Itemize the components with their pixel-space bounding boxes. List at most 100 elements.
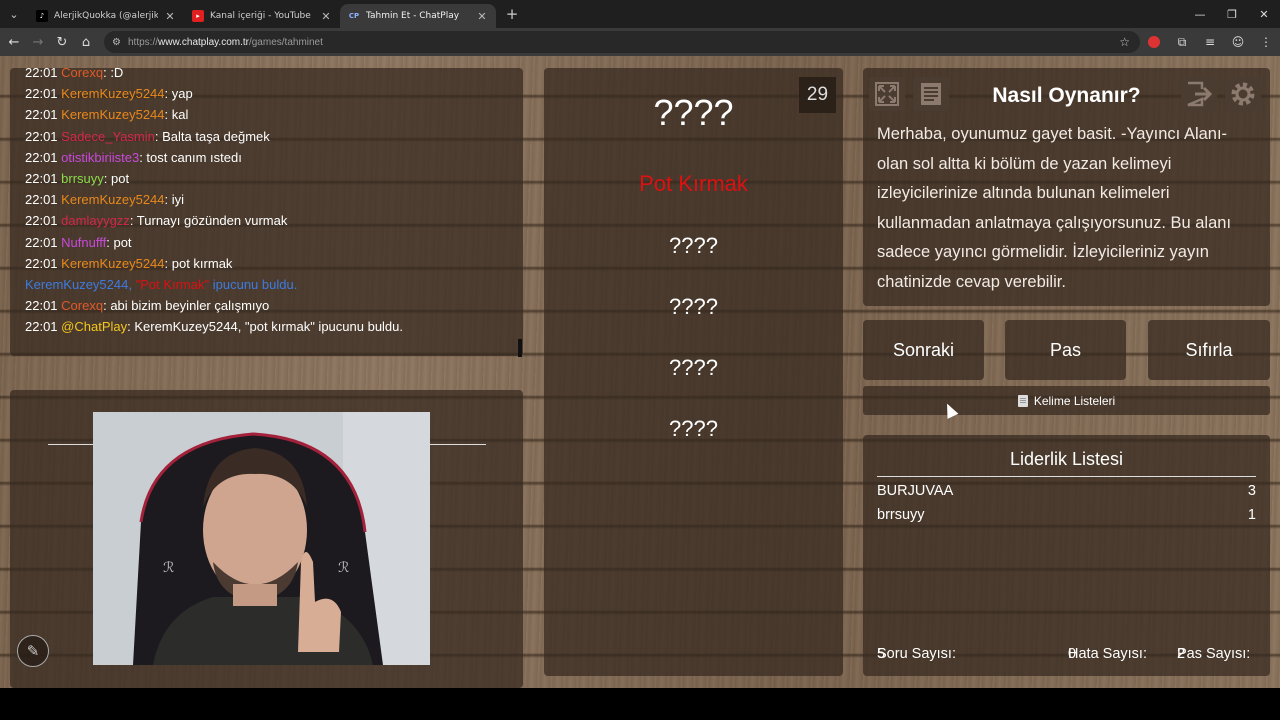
system-hint: "Pot Kırmak" <box>135 276 210 292</box>
chat-text: : iyi <box>164 192 185 208</box>
hidden-hint-word: ???? <box>669 294 718 319</box>
youtube-icon: ▸ <box>192 10 204 22</box>
webcam-person-image: ℛ ℛ <box>93 412 430 665</box>
home-icon[interactable]: ⌂ <box>74 28 98 56</box>
next-button[interactable]: Sonraki <box>863 320 984 380</box>
leaderboard-row: brrsuyy 1 <box>877 507 1256 529</box>
sign-out-icon <box>1187 81 1213 107</box>
close-tab-icon[interactable]: ✕ <box>320 10 332 23</box>
chat-time: 22:01 <box>25 298 58 314</box>
profile-avatar-icon[interactable]: ☺ <box>1224 35 1252 49</box>
rules-button[interactable] <box>913 77 949 111</box>
chat-message-list[interactable]: 22:01 Corexq: :D 22:01 KeremKuzey5244: ya… <box>25 68 515 337</box>
hidden-hint-word: ???? <box>669 233 718 258</box>
chat-text: : KeremKuzey5244, "pot kırmak" ipucunu b… <box>127 319 404 335</box>
chat-username[interactable]: KeremKuzey5244 <box>61 107 164 122</box>
chat-time: 22:01 <box>25 86 58 102</box>
close-window-icon[interactable]: ✕ <box>1248 0 1280 28</box>
url-text: https://www.chatplay.com.tr/games/tahmin… <box>128 36 323 48</box>
site-info-icon[interactable]: ⚙ <box>112 37 128 48</box>
browser-menu-icon[interactable]: ⋮ <box>1252 35 1280 49</box>
tab-title: AlerjikQuokka (@alerjikquokka) <box>54 11 158 21</box>
fullscreen-button[interactable] <box>869 77 905 111</box>
tab-title: Kanal içeriği - YouTube Studio <box>210 11 314 21</box>
chat-text: : pot <box>106 234 132 250</box>
how-to-play-text: Merhaba, oyunumuz gayet basit. -Yayıncı … <box>877 125 1232 291</box>
chat-username[interactable]: KeremKuzey5244 <box>61 192 164 207</box>
word-lists-button[interactable]: Kelime Listeleri <box>863 386 1270 415</box>
chat-time: 22:01 <box>25 234 58 250</box>
webcam-overlay: ℛ ℛ <box>93 412 430 665</box>
chat-username[interactable]: damlayygzz <box>61 213 130 228</box>
tab-search-icon[interactable]: ⌄ <box>0 0 28 28</box>
close-tab-icon[interactable]: ✕ <box>476 10 488 23</box>
chat-username[interactable]: @ChatPlay <box>61 319 127 334</box>
tiktok-icon: ♪ <box>36 10 48 22</box>
chat-username[interactable]: KeremKuzey5244 <box>61 256 164 271</box>
reload-icon[interactable]: ↻ <box>50 28 74 56</box>
chat-text: : pot kırmak <box>164 255 233 271</box>
svg-text:ℛ: ℛ <box>338 560 349 576</box>
chat-message: 22:01 KeremKuzey5244: pot kırmak <box>25 253 515 274</box>
chat-time: 22:01 <box>25 128 58 144</box>
chat-message: 22:01 @ChatPlay: KeremKuzey5244, "pot kı… <box>25 316 515 337</box>
document-icon <box>921 83 941 105</box>
back-icon[interactable]: ← <box>2 28 26 56</box>
chat-time: 22:01 <box>25 149 58 165</box>
close-tab-icon[interactable]: ✕ <box>164 10 176 23</box>
fullscreen-icon <box>875 82 899 106</box>
chat-panel: 22:01 Corexq: :D 22:01 KeremKuzey5244: ya… <box>10 68 523 356</box>
chat-message: 22:01 brrsuyy: pot <box>25 168 515 189</box>
chat-username[interactable]: otistikbiriiste3 <box>61 150 139 165</box>
address-bar[interactable]: ⚙ https://www.chatplay.com.tr/games/tahm… <box>104 31 1140 53</box>
player-name: brrsuyy <box>877 507 925 523</box>
leaderboard-panel: Liderlik Listesi BURJUVAA 3 brrsuyy 1 So… <box>863 435 1270 676</box>
leaderboard-row: BURJUVAA 3 <box>877 483 1256 505</box>
player-score: 1 <box>1247 507 1256 523</box>
chat-username[interactable]: Corexq <box>61 298 103 313</box>
chat-scrollbar[interactable] <box>518 339 522 357</box>
hidden-hint-word: ???? <box>669 355 718 380</box>
extensions-icon[interactable]: ⧉ <box>1168 35 1196 50</box>
forward-icon[interactable]: → <box>26 28 50 56</box>
exit-button[interactable] <box>1181 77 1217 111</box>
chat-time: 22:01 <box>25 319 58 335</box>
gear-icon <box>1231 82 1255 106</box>
draw-pen-button[interactable]: ✎ <box>17 635 49 667</box>
tab-title: Tahmin Et - ChatPlay <box>366 11 460 21</box>
game-page: 22:01 Corexq: :D 22:01 KeremKuzey5244: ya… <box>0 56 1280 688</box>
minimize-icon[interactable]: — <box>1184 0 1216 28</box>
media-controls-icon[interactable]: ≡ <box>1196 35 1224 49</box>
extension-record-icon[interactable] <box>1148 36 1160 48</box>
hidden-hint-word: ???? <box>669 416 718 441</box>
main-word: ???? <box>653 92 734 133</box>
chat-username[interactable]: KeremKuzey5244 <box>61 86 164 101</box>
new-tab-button[interactable]: + <box>500 5 524 23</box>
tab-chatplay[interactable]: CP Tahmin Et - ChatPlay ✕ <box>340 4 496 28</box>
chat-text: : pot <box>103 170 130 186</box>
chat-username[interactable]: Corexq <box>61 68 103 80</box>
chat-username[interactable]: Sadece_Yasmin <box>61 129 155 144</box>
chat-username[interactable]: brrsuyy <box>61 171 104 186</box>
chat-time: 22:01 <box>25 213 58 229</box>
tab-youtube-studio[interactable]: ▸ Kanal içeriği - YouTube Studio ✕ <box>184 4 340 28</box>
word-panel: 29 ???? Pot Kırmak ???? ???? ???? ???? <box>544 68 843 676</box>
window-controls: — ❐ ✕ <box>1184 0 1280 28</box>
tab-tiktok[interactable]: ♪ AlerjikQuokka (@alerjikquokka) ✕ <box>28 4 184 28</box>
chat-username[interactable]: Nufnufff <box>61 235 106 250</box>
chat-message: 22:01 Sadece_Yasmin: Balta taşa değmek <box>25 126 515 147</box>
how-to-play-panel: Nasıl Oynanır? Merhaba, oyunumuz gayet b… <box>863 68 1270 306</box>
chat-message: 22:01 damlayygzz: Turnayı gözünden vurma… <box>25 210 515 231</box>
toolbar-actions: ⧉ ≡ ☺ ⋮ <box>1140 28 1280 56</box>
settings-button[interactable] <box>1225 77 1261 111</box>
reset-button[interactable]: Sıfırla <box>1148 320 1270 380</box>
word-lists-label: Kelime Listeleri <box>1033 393 1116 408</box>
pass-button[interactable]: Pas <box>1005 320 1126 380</box>
chat-message: 22:01 Nufnufff: pot <box>25 232 515 253</box>
system-user: KeremKuzey5244, <box>25 276 132 292</box>
streamer-area: ℛ ℛ ✎ <box>10 390 523 688</box>
chat-message: 22:01 Corexq: :D <box>25 68 515 83</box>
browser-toolbar: ← → ↻ ⌂ ⚙ https://www.chatplay.com.tr/ga… <box>0 28 1280 56</box>
bookmark-star-icon[interactable]: ☆ <box>1119 35 1130 49</box>
restore-icon[interactable]: ❐ <box>1216 0 1248 28</box>
